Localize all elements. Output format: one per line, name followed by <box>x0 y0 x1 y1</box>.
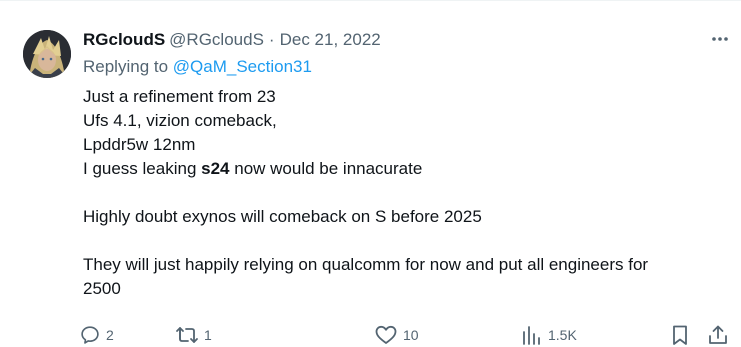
replying-to-mention[interactable]: @QaM_Section31 <box>173 57 312 76</box>
like-button[interactable]: 10 <box>374 321 419 347</box>
views-icon <box>523 326 540 345</box>
bookmark-button[interactable] <box>669 321 691 347</box>
tweet-content: RGcloudS @RGcloudS · Dec 21, 2022 Replyi… <box>83 29 728 301</box>
like-count: 10 <box>403 327 419 343</box>
avatar-image <box>23 30 71 78</box>
repost-icon <box>176 327 198 343</box>
tweet-line: Highly doubt exynos will comeback on S b… <box>83 207 482 226</box>
replying-to-label: Replying to <box>83 57 173 76</box>
reply-count: 2 <box>106 327 114 343</box>
avatar[interactable] <box>23 30 71 78</box>
more-icon <box>712 37 728 41</box>
more-button[interactable] <box>706 25 734 53</box>
tweet-line: I guess leaking s24 now would be innacur… <box>83 157 723 181</box>
tweet-text: Just a refinement from 23 Ufs 4.1, vizio… <box>83 85 723 301</box>
tweet-line: Ufs 4.1, vizion comeback, <box>83 111 277 130</box>
tweet-text-segment: now would be innacurate <box>229 159 423 178</box>
reply-button[interactable]: 2 <box>79 321 114 347</box>
bookmark-icon <box>673 325 687 345</box>
views-button[interactable]: 1.5K <box>521 321 577 347</box>
separator-dot: · <box>268 30 275 49</box>
repost-count: 1 <box>204 327 212 343</box>
replying-to: Replying to @QaM_Section31 <box>83 56 723 78</box>
action-bar: 2 1 10 1.5K <box>79 321 739 347</box>
share-icon <box>709 325 727 344</box>
repost-button[interactable]: 1 <box>175 321 212 347</box>
user-handle[interactable]: @RGcloudS <box>169 30 264 50</box>
display-name[interactable]: RGcloudS <box>83 30 165 50</box>
tweet-line: Lpddr5w 12nm <box>83 135 196 154</box>
views-count: 1.5K <box>548 327 577 343</box>
tweet-line: They will just happily relying on qualco… <box>83 255 649 274</box>
tweet-text-bold: s24 <box>201 159 230 178</box>
tweet-date[interactable]: Dec 21, 2022 <box>280 30 381 50</box>
tweet-line: 2500 <box>83 279 121 298</box>
share-button[interactable] <box>707 321 729 347</box>
like-icon <box>375 325 397 344</box>
tweet-line: Just a refinement from 23 <box>83 87 276 106</box>
tweet-header: RGcloudS @RGcloudS · Dec 21, 2022 <box>83 29 723 51</box>
reply-icon <box>81 326 99 344</box>
tweet-card[interactable]: RGcloudS @RGcloudS · Dec 21, 2022 Replyi… <box>0 0 741 347</box>
tweet-text-segment: I guess leaking <box>83 159 202 178</box>
